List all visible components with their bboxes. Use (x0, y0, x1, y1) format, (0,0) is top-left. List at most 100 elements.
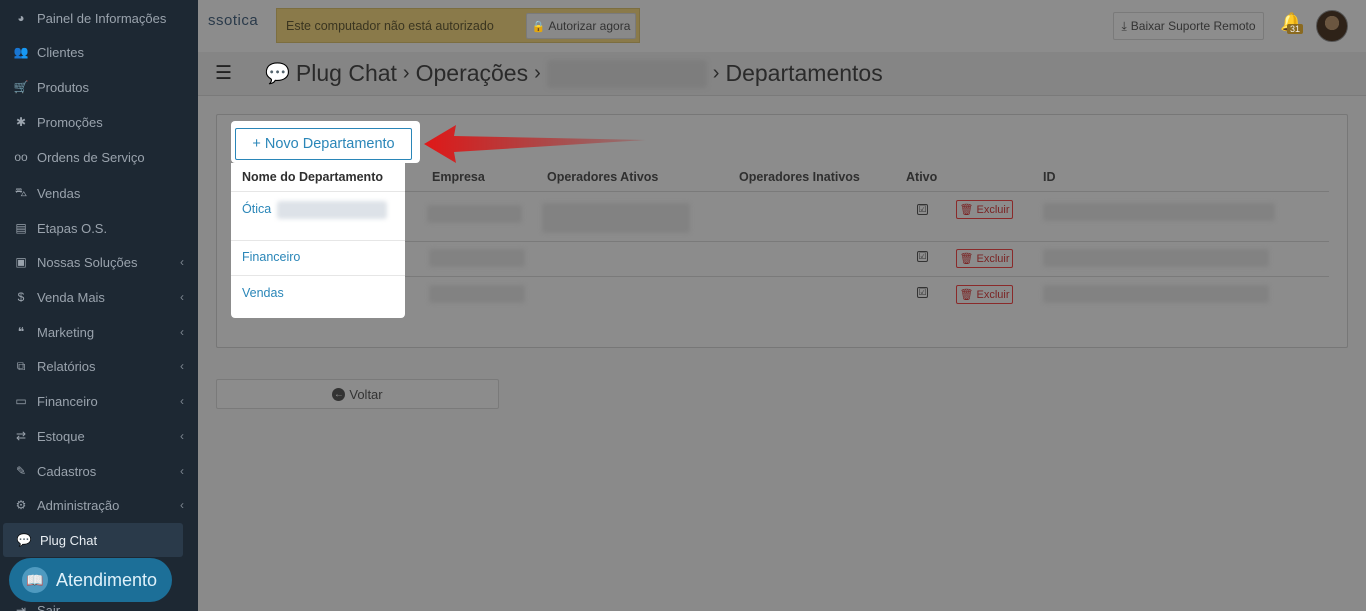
sidebar: ◕ Painel de Informações 👥 Clientes 🛒 Produtos… (0, 0, 198, 611)
column-nome-departamento: Nome do Departamento (242, 170, 383, 184)
sidebar-item-estoque[interactable]: ⇄ Estoque ‹ (0, 419, 198, 453)
cart-icon: 🛒 (13, 80, 29, 94)
sidebar-item-label: Etapas O.S. (37, 220, 108, 236)
sidebar-item-clientes[interactable]: 👥 Clientes (0, 35, 198, 69)
sidebar-item-vendas[interactable]: ⛍ Vendas (0, 176, 198, 210)
sidebar-item-label: Plug Chat (40, 532, 98, 548)
table-cell-id (1043, 285, 1269, 303)
chat-icon: 💬 (16, 533, 32, 547)
sidebar-item-label: Venda Mais (37, 289, 105, 305)
breadcrumb-redacted[interactable] (546, 59, 707, 88)
stages-icon: ▤ (15, 221, 27, 235)
table-cell-empresa (429, 249, 525, 267)
column-operadores-ativos: Operadores Ativos (547, 170, 659, 184)
chevron-left-icon: ‹ (180, 429, 184, 443)
sidebar-item-label: Estoque (37, 428, 85, 444)
department-link-financeiro[interactable]: Financeiro (242, 250, 300, 264)
department-link-otica[interactable]: Ótica (242, 202, 271, 216)
sidebar-item-label: Financeiro (37, 393, 98, 409)
divider (231, 275, 405, 276)
basket-icon: ⛍ (14, 185, 28, 199)
lock-icon: 🔒 (531, 20, 546, 33)
authorize-button[interactable]: 🔒 Autorizar agora (526, 13, 636, 39)
atendimento-label: Atendimento (56, 569, 158, 590)
comments-icon: ❝ (17, 325, 25, 339)
chevron-left-icon: ‹ (180, 255, 184, 269)
sidebar-item-label: Sair (37, 602, 61, 611)
sidebar-item-ordens-de-servico[interactable]: oo Ordens de Serviço (0, 140, 198, 174)
new-department-button[interactable]: + Novo Departamento (235, 128, 412, 160)
cogs-icon: ⚙ (15, 498, 27, 512)
table-cell-empresa (427, 205, 522, 223)
sidebar-item-marketing[interactable]: ❝ Marketing ‹ (0, 315, 198, 349)
active-checkbox-icon: ☑ (917, 251, 928, 262)
sidebar-item-label: Ordens de Serviço (37, 149, 145, 165)
download-icon: ⤓ (1121, 18, 1127, 33)
sidebar-item-label: Painel de Informações (37, 10, 167, 26)
signout-icon: ⇥ (15, 603, 27, 611)
column-id: ID (1043, 170, 1056, 184)
delete-button[interactable]: 🗑 Excluir (956, 249, 1013, 268)
sidebar-item-label: Administração (37, 497, 120, 513)
briefcase-icon: ▣ (15, 255, 27, 269)
menu-icon[interactable]: ☰ (215, 62, 233, 85)
highlight-new-button: + Novo Departamento (231, 121, 420, 163)
divider (231, 240, 405, 241)
table-cell-id (1043, 249, 1269, 267)
active-checkbox-icon: ☑ (917, 287, 928, 298)
sidebar-item-label: Clientes (37, 44, 84, 60)
sidebar-item-label: Marketing (37, 324, 95, 340)
sidebar-item-promocoes[interactable]: ✱ Promoções (0, 105, 198, 139)
sidebar-item-venda-mais[interactable]: $ Venda Mais ‹ (0, 280, 198, 314)
book-icon: 📖 (22, 567, 48, 593)
page-title: Departamentos (725, 60, 883, 86)
notification-badge: 31 (1287, 24, 1304, 34)
asterisk-icon: ✱ (15, 115, 27, 129)
sidebar-item-label: Vendas (37, 185, 81, 201)
table-cell-operadores (542, 203, 690, 233)
atendimento-button[interactable]: 📖 Atendimento (9, 558, 172, 602)
chevron-left-icon: ‹ (180, 359, 184, 373)
column-ativo: Ativo (906, 170, 938, 184)
breadcrumb: ☰ 💬 Plug Chat › Operações › › Departamen… (198, 52, 1366, 96)
app-logo[interactable]: ssotica (208, 12, 258, 29)
department-link-vendas[interactable]: Vendas (242, 286, 284, 300)
breadcrumb-plug-chat[interactable]: Plug Chat (296, 60, 397, 87)
breadcrumb-operacoes[interactable]: Operações (416, 60, 529, 87)
chevron-left-icon: ‹ (180, 290, 184, 304)
delete-button[interactable]: 🗑 Excluir (956, 200, 1013, 219)
copy-icon: ⧉ (16, 358, 26, 373)
download-support-button[interactable]: ⤓ Baixar Suporte Remoto (1113, 12, 1264, 40)
sidebar-item-produtos[interactable]: 🛒 Produtos (0, 70, 198, 104)
sidebar-item-plug-chat[interactable]: 💬 Plug Chat (3, 523, 183, 557)
sidebar-item-relatorios[interactable]: ⧉ Relatórios ‹ (0, 349, 198, 383)
chevron-left-icon: ‹ (180, 464, 184, 478)
sidebar-item-label: Relatórios (37, 358, 96, 374)
sidebar-item-label: Promoções (37, 114, 103, 130)
department-name-column: Nome do Departamento Ótica Financeiro Ve… (231, 163, 405, 318)
exchange-icon: ⇄ (15, 429, 27, 443)
red-arrow-icon (424, 125, 646, 163)
back-button[interactable]: ← Voltar (216, 379, 499, 409)
sidebar-item-nossas-solucoes[interactable]: ▣ Nossas Soluções ‹ (0, 245, 198, 279)
sidebar-item-financeiro[interactable]: ▭ Financeiro ‹ (0, 384, 198, 418)
topbar: ssotica Este computador não está autoriz… (198, 0, 1366, 52)
sidebar-item-label: Produtos (37, 79, 90, 95)
active-checkbox-icon: ☑ (917, 204, 928, 215)
users-icon: 👥 (13, 45, 29, 59)
edit-icon: ✎ (15, 464, 27, 478)
delete-button[interactable]: 🗑 Excluir (956, 285, 1013, 304)
redacted-text (277, 201, 387, 219)
chevron-right-icon: › (402, 62, 410, 84)
chevron-right-icon: › (712, 62, 720, 84)
auth-message: Este computador não está autorizado (286, 18, 494, 33)
avatar[interactable] (1316, 10, 1348, 42)
chevron-right-icon: › (534, 62, 541, 84)
sidebar-item-administracao[interactable]: ⚙ Administração ‹ (0, 488, 198, 522)
divider (231, 191, 405, 192)
sidebar-item-painel-de-informacoes[interactable]: ◕ Painel de Informações (0, 1, 198, 35)
glasses-icon: oo (14, 150, 28, 164)
authorization-alert: Este computador não está autorizado 🔒 Au… (276, 8, 640, 43)
sidebar-item-etapas-o-s[interactable]: ▤ Etapas O.S. (0, 211, 198, 245)
sidebar-item-cadastros[interactable]: ✎ Cadastros ‹ (0, 454, 198, 488)
